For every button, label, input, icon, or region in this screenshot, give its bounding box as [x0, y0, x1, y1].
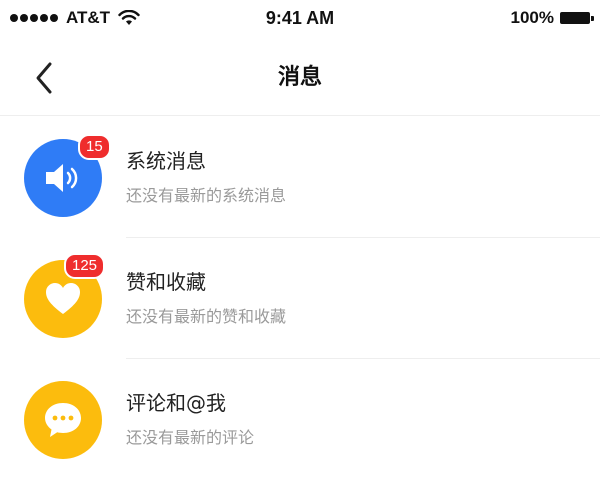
status-right: 100% — [510, 6, 594, 30]
list-item-system-messages[interactable]: 15 系统消息 还没有最新的系统消息 — [0, 117, 600, 238]
item-title: 评论和@我 — [126, 391, 226, 415]
chat-bubble-icon — [24, 381, 102, 459]
battery-percent: 100% — [510, 8, 554, 27]
battery-icon — [560, 12, 594, 24]
list-item-likes-favorites[interactable]: 125 赞和收藏 还没有最新的赞和收藏 — [0, 238, 600, 359]
message-list: 15 系统消息 还没有最新的系统消息 125 赞和收藏 还没有最新的赞和收藏 评… — [0, 117, 600, 480]
page-title: 消息 — [277, 65, 322, 90]
unread-badge: 15 — [78, 134, 111, 160]
status-bar: AT&T 9:41 AM 100% — [0, 0, 600, 38]
item-title: 系统消息 — [126, 149, 206, 173]
list-item-comments-mentions[interactable]: 评论和@我 还没有最新的评论 — [0, 359, 600, 480]
nav-bar: 消息 — [0, 38, 600, 116]
unread-badge: 125 — [64, 253, 106, 279]
item-title: 赞和收藏 — [126, 270, 206, 294]
item-subtitle: 还没有最新的评论 — [126, 428, 255, 447]
item-subtitle: 还没有最新的赞和收藏 — [126, 307, 287, 326]
item-subtitle: 还没有最新的系统消息 — [126, 186, 287, 205]
